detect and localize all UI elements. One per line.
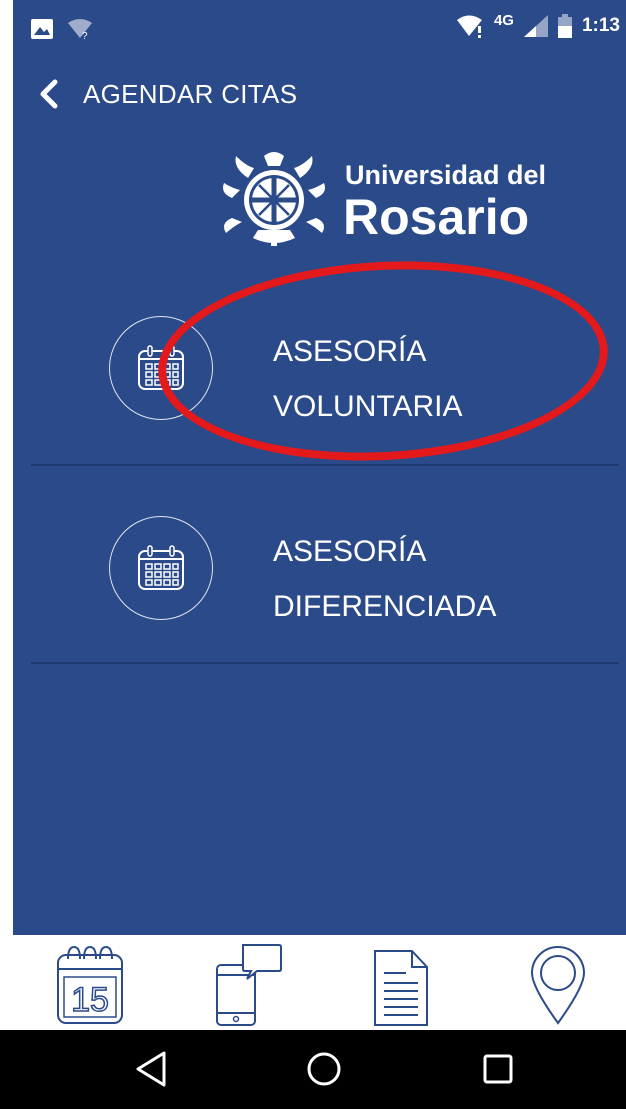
page-title: AGENDAR CITAS: [83, 78, 298, 109]
option-icon-circle: [109, 516, 213, 620]
option-label-line1: ASESORÍA: [273, 535, 427, 568]
logo-text-line2: Rosario: [343, 189, 530, 245]
back-arrow-icon[interactable]: [35, 74, 63, 114]
recents-square-icon[interactable]: [481, 1050, 515, 1088]
option-label: ASESORÍA DIFERENCIADA: [273, 524, 496, 634]
divider: [31, 662, 619, 664]
home-circle-icon[interactable]: [306, 1050, 342, 1088]
bottom-tab-bar: 15: [0, 935, 626, 1030]
calendar-day: 15: [71, 981, 109, 1019]
image-notification-icon: [31, 19, 53, 39]
back-triangle-icon[interactable]: [134, 1050, 168, 1088]
app-screen: ? 4G 1:13 AGENDAR CITAS Universidad del …: [13, 0, 626, 935]
system-navigation-bar: [0, 1030, 626, 1109]
location-pin-icon[interactable]: [528, 943, 588, 1027]
university-crest-icon: [223, 152, 325, 246]
signal-icon: [523, 15, 548, 37]
battery-icon: [557, 14, 572, 38]
university-logo: Universidad del Rosario: [218, 148, 558, 248]
option-label-line2: DIFERENCIADA: [273, 590, 497, 623]
status-bar: ? 4G 1:13: [13, 0, 626, 56]
option-asesoria-diferenciada[interactable]: ASESORÍA DIFERENCIADA: [31, 476, 619, 666]
divider: [31, 464, 619, 466]
wifi-alert-icon: [456, 15, 482, 38]
document-icon[interactable]: [372, 943, 430, 1027]
network-type: 4G: [493, 11, 514, 29]
wifi-unknown-icon: ?: [68, 19, 92, 40]
calendar-icon: [138, 545, 184, 590]
calendar-icon[interactable]: 15: [54, 943, 126, 1027]
svg-text:?: ?: [82, 31, 88, 40]
logo-text-line1: Universidad del: [345, 160, 547, 190]
header: AGENDAR CITAS: [35, 72, 297, 116]
phone-chat-icon[interactable]: [213, 943, 283, 1027]
clock: 1:13: [581, 15, 620, 36]
